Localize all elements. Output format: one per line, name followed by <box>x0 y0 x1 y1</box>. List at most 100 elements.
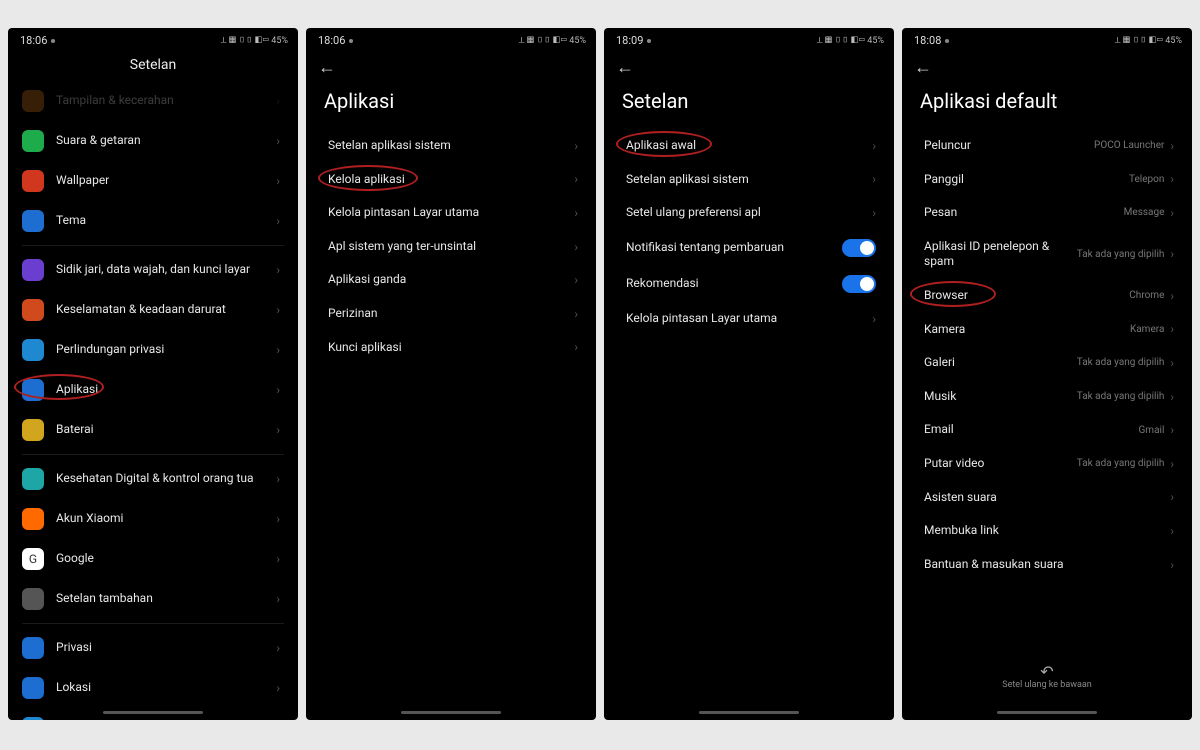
privacy-icon <box>22 637 44 659</box>
status-bar: 18:06 ⟂ ▦ ▯▯ ◧▭ 45% <box>8 28 298 51</box>
phone-screen-3: 18:09 ⟂ ▦ ▯▯ ◧▭ 45% ← Setelan Aplikasi a… <box>604 28 894 720</box>
settings-item-sound[interactable]: Suara & getaran › <box>12 121 294 161</box>
chevron-right-icon: › <box>1170 356 1174 370</box>
settings-item-emergency[interactable]: Keselamatan & keadaan darurat › <box>12 290 294 330</box>
chevron-right-icon: › <box>276 472 280 486</box>
settings-item-google[interactable]: G Google › <box>12 539 294 579</box>
default-app-camera[interactable]: Kamera Kamera › <box>906 313 1188 347</box>
default-app-voice-assistant[interactable]: Asisten suara › <box>906 481 1188 515</box>
chevron-right-icon: › <box>1170 457 1174 471</box>
wallpaper-icon <box>22 170 44 192</box>
settings-item-default-apps[interactable]: Aplikasi awal › <box>608 129 890 163</box>
settings-item-theme[interactable]: Tema › <box>12 201 294 241</box>
battery-icon <box>22 419 44 441</box>
toggle-switch[interactable] <box>842 239 876 257</box>
apps-item-manage-apps[interactable]: Kelola aplikasi › <box>310 163 592 197</box>
settings-item-input[interactable]: Masukan › <box>12 708 294 720</box>
chevron-right-icon: › <box>276 552 280 566</box>
default-app-video[interactable]: Putar video Tak ada yang dipilih › <box>906 447 1188 481</box>
fingerprint-icon <box>22 259 44 281</box>
divider <box>22 245 284 246</box>
chevron-right-icon: › <box>574 273 578 287</box>
status-bar: 18:09 ⟂ ▦ ▯▯ ◧▭ 45% <box>604 28 894 51</box>
theme-icon <box>22 210 44 232</box>
settings-item-display[interactable]: Tampilan & kecerahan › <box>12 81 294 121</box>
phone-screen-1: 18:06 ⟂ ▦ ▯▯ ◧▭ 45% Setelan Tampilan & k… <box>8 28 298 720</box>
settings-item-biometric[interactable]: Sidik jari, data wajah, dan kunci layar … <box>12 250 294 290</box>
default-app-voice-help[interactable]: Bantuan & masukan suara › <box>906 548 1188 582</box>
default-app-messages[interactable]: Pesan Message › <box>906 196 1188 230</box>
apps-item-uninstalled[interactable]: Apl sistem yang ter-unsintal › <box>310 230 592 264</box>
status-icons: ⟂ ▦ ▯▯ ◧▭ <box>817 36 866 46</box>
nav-pill[interactable] <box>997 711 1097 714</box>
chevron-right-icon: › <box>1170 390 1174 404</box>
apps-item-shortcuts[interactable]: Kelola pintasan Layar utama › <box>310 196 592 230</box>
settings-item-apps[interactable]: Aplikasi › <box>12 370 294 410</box>
nav-pill[interactable] <box>103 711 203 714</box>
settings-item-reset-prefs[interactable]: Setel ulang preferensi apl › <box>608 196 890 230</box>
status-dot-icon <box>647 39 651 43</box>
settings-item-privacy[interactable]: Perlindungan privasi › <box>12 330 294 370</box>
apps-item-dual-apps[interactable]: Aplikasi ganda › <box>310 263 592 297</box>
settings-item-wallpaper[interactable]: Wallpaper › <box>12 161 294 201</box>
default-app-browser[interactable]: Browser Chrome › <box>906 279 1188 313</box>
status-time: 18:08 <box>914 34 941 47</box>
settings-item-xiaomi-account[interactable]: Akun Xiaomi › <box>12 499 294 539</box>
back-button[interactable]: ← <box>914 59 932 77</box>
chevron-right-icon: › <box>1170 490 1174 504</box>
chevron-right-icon: › <box>276 214 280 228</box>
default-app-open-links[interactable]: Membuka link › <box>906 514 1188 548</box>
chevron-right-icon: › <box>276 94 280 108</box>
chevron-right-icon: › <box>1170 558 1174 572</box>
chevron-right-icon: › <box>276 303 280 317</box>
chevron-right-icon: › <box>574 240 578 254</box>
status-battery: 45% <box>1165 36 1182 46</box>
default-app-dialer[interactable]: Panggil Telepon › <box>906 163 1188 197</box>
status-icons: ⟂ ▦ ▯▯ ◧▭ <box>221 36 270 46</box>
settings-item-digital-wellbeing[interactable]: Kesehatan Digital & kontrol orang tua › <box>12 459 294 499</box>
chevron-right-icon: › <box>276 512 280 526</box>
settings-item-recommendations[interactable]: Rekomendasi <box>608 266 890 302</box>
back-button[interactable]: ← <box>616 59 634 77</box>
settings-item-update-notif[interactable]: Notifikasi tentang pembaruan <box>608 230 890 266</box>
chevron-right-icon: › <box>574 172 578 186</box>
settings-item-shortcuts2[interactable]: Kelola pintasan Layar utama › <box>608 302 890 336</box>
divider <box>22 454 284 455</box>
divider <box>22 623 284 624</box>
default-app-launcher[interactable]: Peluncur POCO Launcher › <box>906 129 1188 163</box>
shield-icon <box>22 339 44 361</box>
status-time: 18:06 <box>20 34 47 47</box>
chevron-right-icon: › <box>1170 172 1174 186</box>
toggle-switch[interactable] <box>842 275 876 293</box>
wellbeing-icon <box>22 468 44 490</box>
default-app-gallery[interactable]: Galeri Tak ada yang dipilih › <box>906 346 1188 380</box>
apps-item-permissions[interactable]: Perizinan › <box>310 297 592 331</box>
page-title: Setelan <box>604 79 894 129</box>
dots-icon <box>22 588 44 610</box>
nav-pill[interactable] <box>401 711 501 714</box>
settings-item-location[interactable]: Lokasi › <box>12 668 294 708</box>
default-app-callerid[interactable]: Aplikasi ID penelepon & spam Tak ada yan… <box>906 230 1188 279</box>
chevron-right-icon: › <box>872 206 876 220</box>
chevron-right-icon: › <box>276 641 280 655</box>
page-title: Aplikasi <box>306 79 596 129</box>
apps-item-app-lock[interactable]: Kunci aplikasi › <box>310 331 592 365</box>
chevron-right-icon: › <box>1170 206 1174 220</box>
settings-item-privacy2[interactable]: Privasi › <box>12 628 294 668</box>
sound-icon <box>22 130 44 152</box>
chevron-right-icon: › <box>574 139 578 153</box>
settings-item-system-app-settings[interactable]: Setelan aplikasi sistem › <box>608 163 890 197</box>
chevron-right-icon: › <box>574 206 578 220</box>
chevron-right-icon: › <box>574 340 578 354</box>
status-battery: 45% <box>867 36 884 46</box>
back-button[interactable]: ← <box>318 59 336 77</box>
page-title: Setelan <box>8 51 298 81</box>
default-app-email[interactable]: Email Gmail › <box>906 413 1188 447</box>
settings-item-additional[interactable]: Setelan tambahan › <box>12 579 294 619</box>
status-icons: ⟂ ▦ ▯▯ ◧▭ <box>519 36 568 46</box>
settings-item-battery[interactable]: Baterai › <box>12 410 294 450</box>
phone-screen-4: 18:08 ⟂ ▦ ▯▯ ◧▭ 45% ← Aplikasi default P… <box>902 28 1192 720</box>
nav-pill[interactable] <box>699 711 799 714</box>
default-app-music[interactable]: Musik Tak ada yang dipilih › <box>906 380 1188 414</box>
apps-item-system-settings[interactable]: Setelan aplikasi sistem › <box>310 129 592 163</box>
